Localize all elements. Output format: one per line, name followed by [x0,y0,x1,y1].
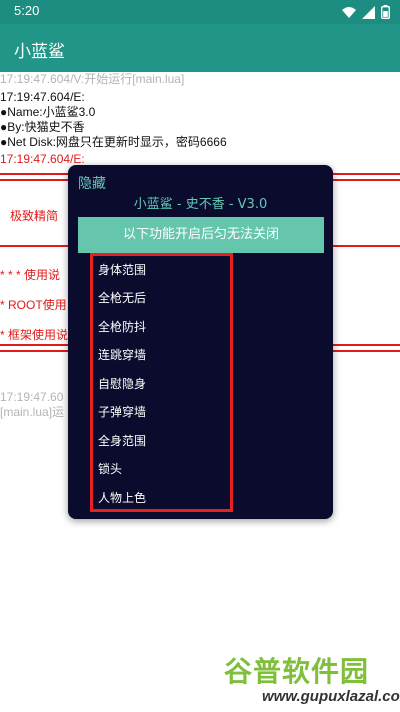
divider-line [333,179,400,181]
divider-line [0,245,68,247]
log-line: * ROOT使用 [0,298,67,312]
menu-item[interactable]: 全枪无后 [98,289,146,306]
log-line: 17:19:47.604/V:开始运行[main.lua] [0,72,185,86]
watermark-logo: 谷普软件园 [224,655,370,688]
divider-line [333,173,400,175]
divider-line [333,344,400,346]
app-bar: 小蓝鲨 [0,24,400,72]
menu-item[interactable]: 连跳穿墙 [98,346,146,363]
watermark: 谷普软件园 www.gupuxlazal.com [218,650,400,710]
signal-icon [362,5,375,19]
menu-item[interactable]: 锁头 [98,460,122,477]
log-line: [main.lua]运 [0,405,65,419]
menu-item[interactable]: 全枪防抖 [98,318,146,335]
hide-button[interactable]: 隐藏 [78,173,106,193]
status-time: 5:20 [14,3,40,18]
divider-line [0,350,68,352]
wifi-icon [342,6,356,18]
log-line: 17:19:47.604/E: [0,90,85,104]
app-title: 小蓝鲨 [14,42,65,62]
status-icons [342,5,390,19]
log-line: ●Name:小蓝鲨3.0 [0,105,96,119]
divider-line [0,344,68,346]
battery-icon [381,5,390,19]
menu-title: 小蓝鲨 - 史不香 - V3.0 [133,197,268,212]
log-line: 极致精简 [10,209,59,223]
menu-item[interactable]: 人物上色 [98,489,146,506]
divider-line [333,350,400,352]
log-line: * 框架使用说 [0,328,69,342]
menu-item[interactable]: 身体范围 [98,261,146,278]
log-line: * * * 使用说 [0,268,61,282]
floating-menu: 隐藏 小蓝鲨 - 史不香 - V3.0 以下功能开启后匀无法关闭 身体范围 全枪… [68,165,333,519]
status-bar: 5:20 [0,0,400,24]
menu-item[interactable]: 自慰隐身 [98,375,146,392]
divider-line [333,245,400,247]
notice-banner: 以下功能开启后匀无法关闭 [78,217,324,253]
log-line: ●Net Disk:网盘只在更新时显示，密码6666 [0,135,227,149]
watermark-url: www.gupuxlazal.com [262,688,400,705]
log-line: 17:19:47.60 [0,390,64,404]
menu-item[interactable]: 子弹穿墙 [98,403,146,420]
log-line: ●By:快猫史不香 [0,120,85,134]
divider-line [0,179,68,181]
menu-item[interactable]: 全身范围 [98,432,146,449]
divider-line [0,173,68,175]
